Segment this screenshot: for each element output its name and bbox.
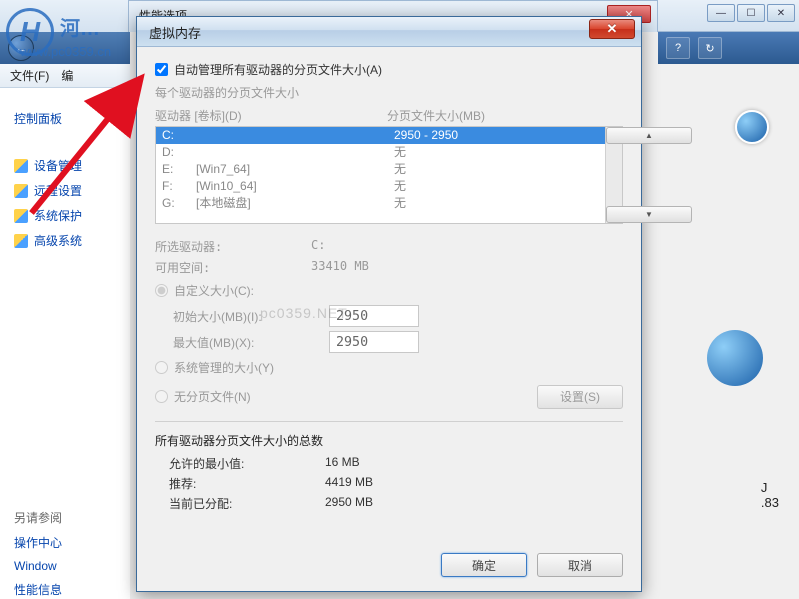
auto-manage-checkbox[interactable] — [155, 63, 168, 76]
no-paging-radio[interactable] — [155, 390, 168, 403]
system-protection-link[interactable]: 系统保护 — [14, 207, 130, 224]
recommended-label: 推荐: — [169, 475, 325, 492]
bg-refresh-icon[interactable]: ↻ — [698, 37, 722, 59]
max-size-label: 最大值(MB)(X): — [173, 334, 329, 351]
drive-list[interactable]: C:2950 - 2950 D:无 E:[Win7_64]无 F:[Win10_… — [155, 126, 623, 224]
bg-close-button[interactable]: ✕ — [767, 4, 795, 22]
remote-settings-link[interactable]: 远程设置 — [14, 182, 130, 199]
drive-row-e[interactable]: E:[Win7_64]无 — [156, 161, 622, 178]
min-allowed-value: 16 MB — [325, 455, 360, 472]
file-menu[interactable]: 文件(F) — [10, 67, 49, 84]
bg-minimize-button[interactable]: — — [707, 4, 735, 22]
dialog-titlebar[interactable]: 虚拟内存 ✕ — [137, 17, 641, 47]
free-space-value: 33410 MB — [311, 259, 369, 276]
drive-list-scrollbar[interactable]: ▲ ▼ — [605, 127, 622, 223]
dialog-title: 虚拟内存 — [137, 17, 641, 48]
current-alloc-value: 2950 MB — [325, 495, 373, 512]
initial-size-label: 初始大小(MB)(I): — [173, 308, 329, 325]
system-globe-icon — [707, 330, 763, 386]
free-space-label: 可用空间: — [155, 259, 311, 276]
custom-size-label: 自定义大小(C): — [174, 282, 254, 299]
windows-update-link[interactable]: Window — [14, 559, 130, 573]
selected-drive-value: C: — [311, 238, 325, 255]
address-bar: ← — [0, 32, 130, 64]
drive-row-c[interactable]: C:2950 - 2950 — [156, 127, 622, 144]
control-panel-window: ← 文件(F) 编 控制面板 设备管理 远程设置 系统保护 高级系统 另请参阅 … — [0, 0, 130, 599]
help-globe-icon[interactable] — [735, 110, 769, 144]
cancel-button[interactable]: 取消 — [537, 553, 623, 577]
set-button[interactable]: 设置(S) — [537, 385, 623, 409]
selected-drive-label: 所选驱动器: — [155, 238, 311, 255]
advanced-system-link[interactable]: 高级系统 — [14, 232, 130, 249]
nav-back-button[interactable]: ← — [8, 35, 34, 61]
action-center-link[interactable]: 操作中心 — [14, 534, 130, 551]
see-also-label: 另请参阅 — [14, 509, 130, 526]
max-size-input[interactable] — [329, 331, 419, 353]
auto-manage-label: 自动管理所有驱动器的分页文件大小(A) — [174, 61, 382, 78]
no-paging-label: 无分页文件(N) — [174, 388, 251, 405]
bg-help-icon[interactable]: ? — [666, 37, 690, 59]
custom-size-radio[interactable] — [155, 284, 168, 297]
bg-maximize-button[interactable]: ☐ — [737, 4, 765, 22]
dialog-close-button[interactable]: ✕ — [589, 19, 635, 39]
system-managed-radio[interactable] — [155, 361, 168, 374]
totals-label: 所有驱动器分页文件大小的总数 — [155, 432, 623, 449]
current-alloc-label: 当前已分配: — [169, 495, 325, 512]
drive-row-d[interactable]: D:无 — [156, 144, 622, 161]
menu-bar[interactable]: 文件(F) 编 — [0, 64, 130, 88]
edit-menu[interactable]: 编 — [61, 67, 73, 84]
drive-list-header: 驱动器 [卷标](D) 分页文件大小(MB) — [155, 107, 623, 124]
system-managed-label: 系统管理的大小(Y) — [174, 359, 274, 376]
performance-info-link[interactable]: 性能信息 — [14, 581, 130, 598]
recommended-value: 4419 MB — [325, 475, 373, 492]
per-drive-group-label: 每个驱动器的分页文件大小 — [155, 84, 623, 101]
drive-row-g[interactable]: G:[本地磁盘]无 — [156, 195, 622, 212]
background-toolbar: ? ↻ — [658, 32, 799, 64]
device-manager-link[interactable]: 设备管理 — [14, 157, 130, 174]
initial-size-input[interactable] — [329, 305, 419, 327]
min-allowed-label: 允许的最小值: — [169, 455, 325, 472]
drive-row-f[interactable]: F:[Win10_64]无 — [156, 178, 622, 195]
scroll-down-button[interactable]: ▼ — [606, 206, 692, 223]
scroll-up-button[interactable]: ▲ — [606, 127, 692, 144]
virtual-memory-dialog: 虚拟内存 ✕ 自动管理所有驱动器的分页文件大小(A) 每个驱动器的分页文件大小 … — [136, 16, 642, 592]
ok-button[interactable]: 确定 — [441, 553, 527, 577]
bg-text: J .83 — [761, 480, 779, 510]
background-window-titlebar: — ☐ ✕ — [658, 0, 799, 32]
control-panel-home-link[interactable]: 控制面板 — [14, 110, 130, 127]
